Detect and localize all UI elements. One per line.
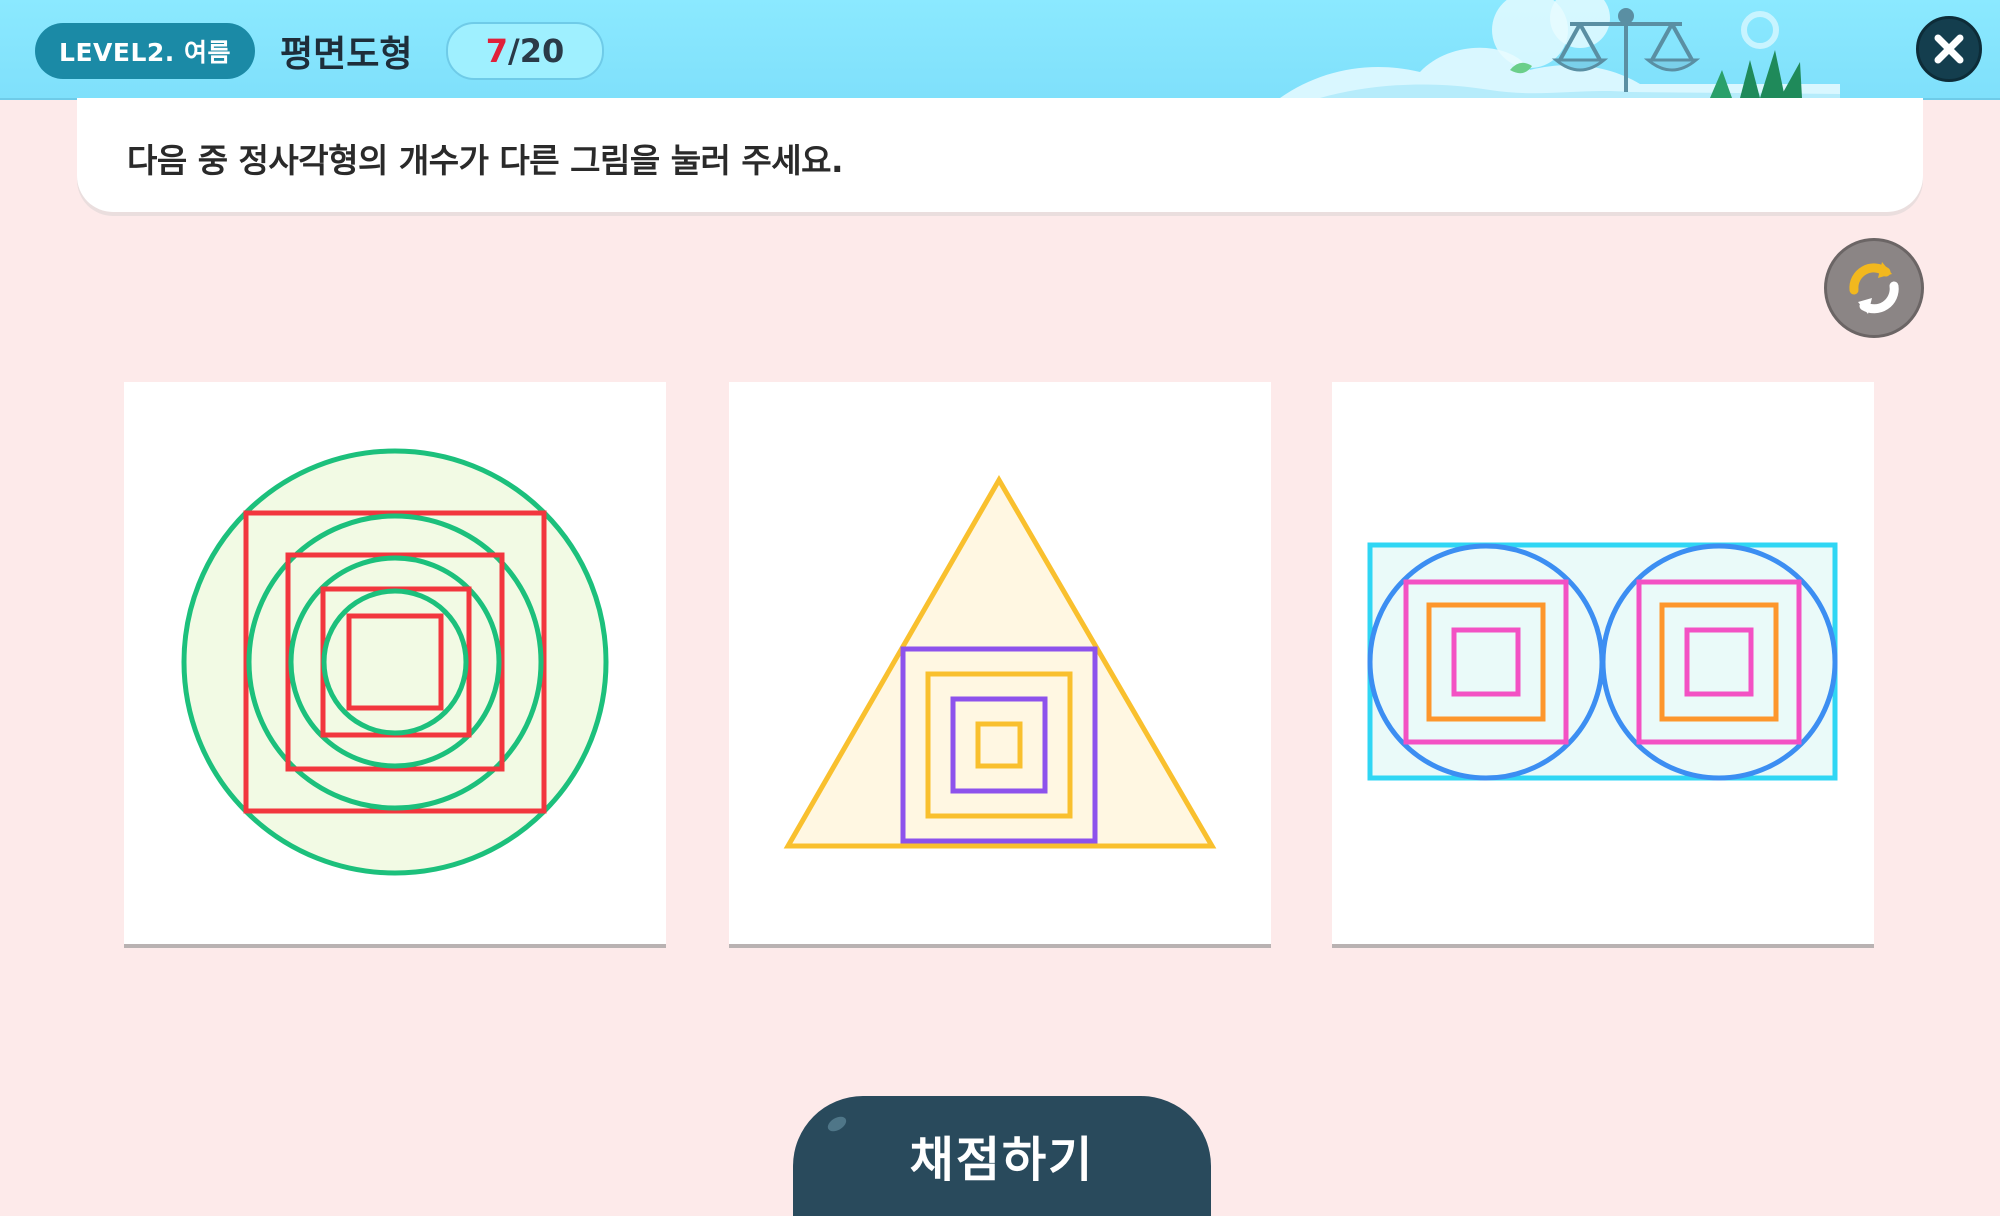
figure-triangle-squares xyxy=(783,475,1217,849)
question-text: 다음 중 정사각형의 개수가 다른 그림을 눌러 주세요. xyxy=(127,141,844,180)
close-icon xyxy=(1934,34,1964,64)
summer-scene-illustration xyxy=(1280,0,1840,98)
grade-button[interactable]: 채점하기 xyxy=(793,1096,1211,1216)
level-badge: LEVEL2. 여름 xyxy=(35,23,255,79)
answer-choice-3[interactable] xyxy=(1332,382,1874,944)
close-button[interactable] xyxy=(1916,16,1982,82)
reset-button[interactable] xyxy=(1824,238,1924,338)
refresh-icon xyxy=(1849,262,1899,314)
subject-title: 평면도형 xyxy=(280,34,413,75)
progress-counter: 7/20 xyxy=(446,22,604,80)
grade-button-label: 채점하기 xyxy=(909,1132,1095,1188)
answer-choice-1[interactable] xyxy=(124,382,666,944)
figure-circles-squares xyxy=(181,448,609,876)
progress-current: 7 xyxy=(485,32,509,70)
question-card: 다음 중 정사각형의 개수가 다른 그림을 눌러 주세요. xyxy=(77,98,1923,212)
level-label: LEVEL2. 여름 xyxy=(59,38,231,67)
progress-total: /20 xyxy=(508,32,565,70)
answer-choice-2[interactable] xyxy=(729,382,1271,944)
top-bar: LEVEL2. 여름 평면도형 7/20 xyxy=(0,0,2000,100)
figure-rectangle-circles-squares xyxy=(1367,542,1838,781)
button-shine xyxy=(825,1113,849,1135)
